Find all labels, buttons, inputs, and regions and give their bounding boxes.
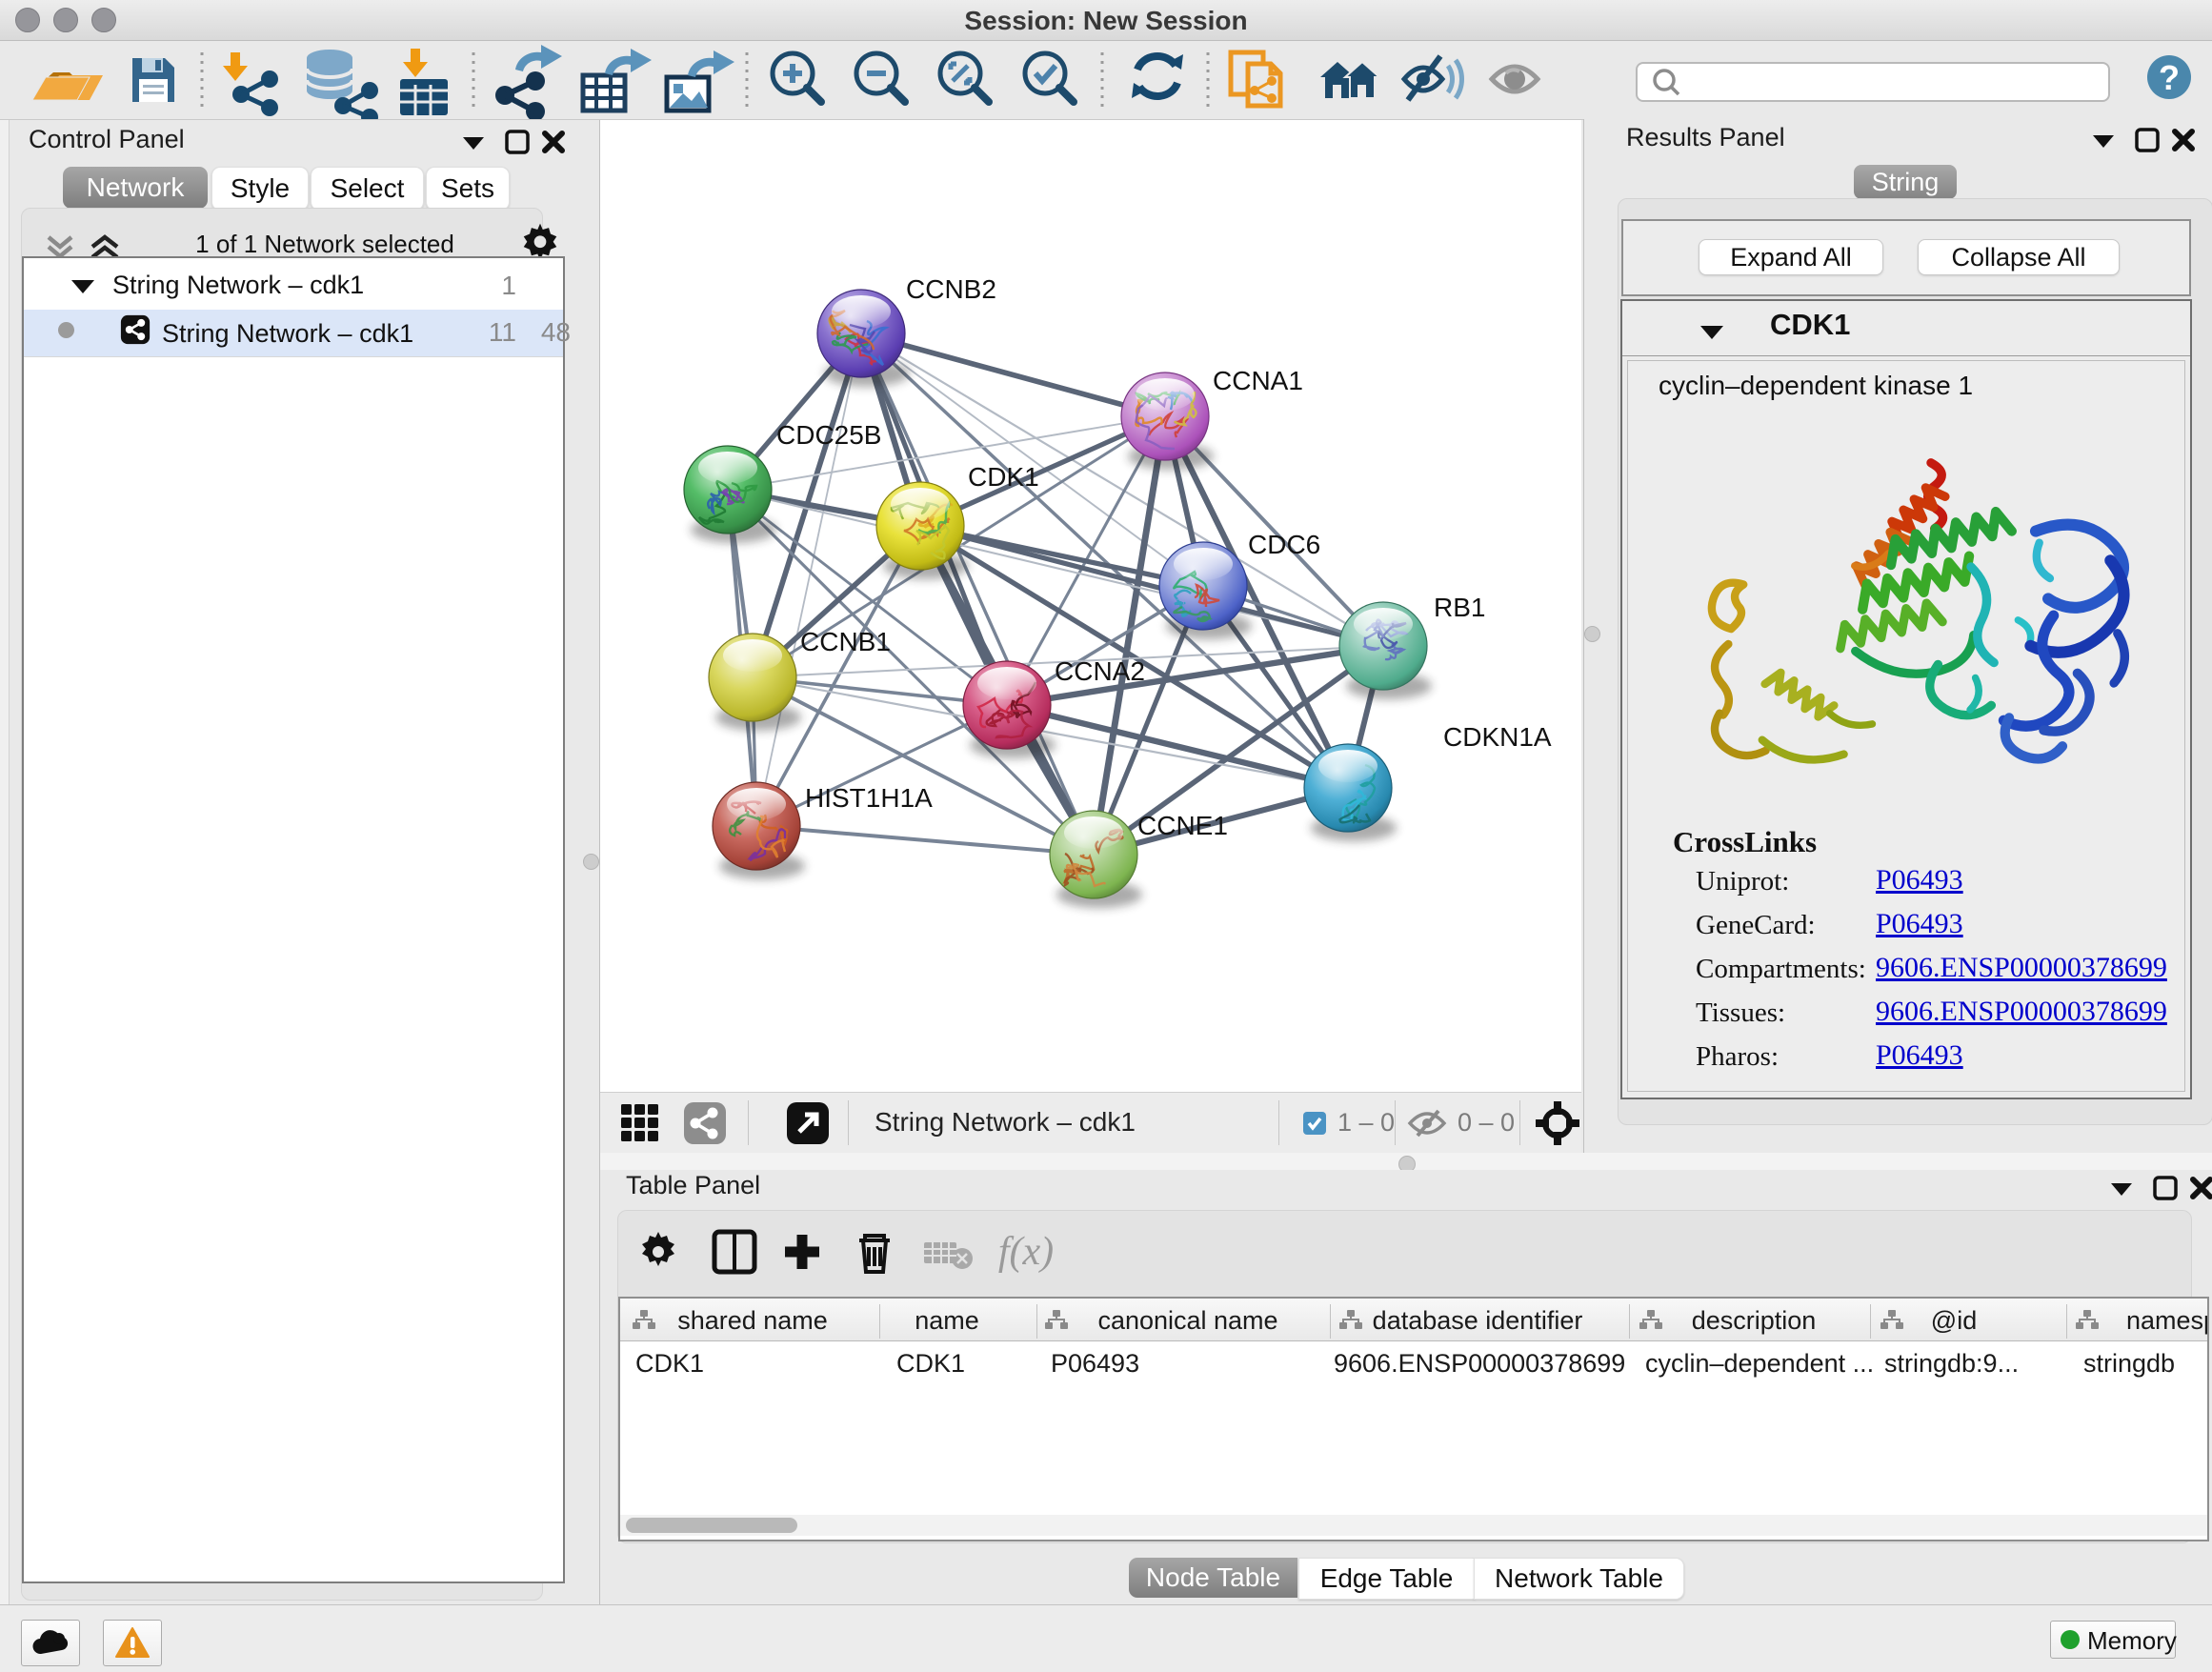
svg-text:CCNA2: CCNA2 (1055, 656, 1145, 686)
svg-text:CDKN1A: CDKN1A (1443, 722, 1552, 752)
svg-text:CDK1: CDK1 (968, 462, 1039, 492)
svg-text:?: ? (2159, 58, 2180, 97)
svg-text:f(x): f(x) (998, 1230, 1054, 1274)
svg-text:CCNB1: CCNB1 (800, 627, 891, 656)
svg-text:CCNE1: CCNE1 (1137, 811, 1228, 840)
svg-text:HIST1H1A: HIST1H1A (805, 783, 933, 813)
svg-text:CDC25B: CDC25B (776, 420, 881, 450)
svg-text:CDC6: CDC6 (1248, 530, 1320, 559)
svg-text:CCNA1: CCNA1 (1213, 366, 1303, 395)
svg-text:CCNB2: CCNB2 (906, 274, 996, 304)
svg-text:RB1: RB1 (1434, 593, 1485, 622)
